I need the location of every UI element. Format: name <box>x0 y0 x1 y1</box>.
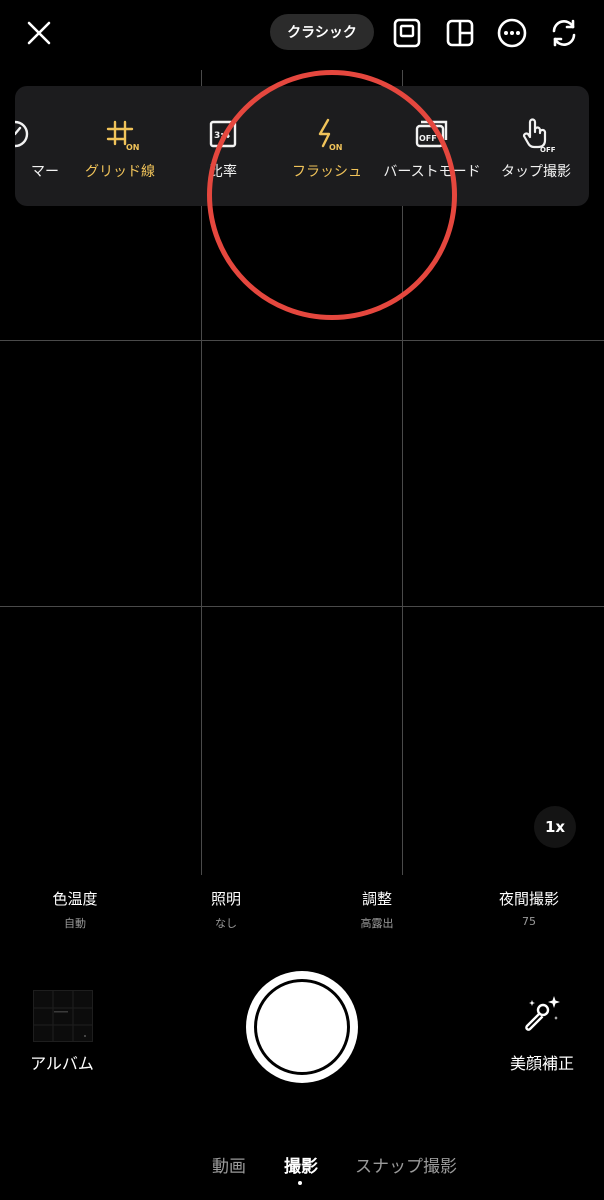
album-preview-image <box>34 991 92 1041</box>
selected-tab-indicator <box>298 1181 302 1185</box>
control-value: なし <box>215 917 237 930</box>
setting-tap-shoot-label: タップ撮影 <box>501 164 571 180</box>
camera-mode-button[interactable]: クラシック <box>270 14 374 50</box>
close-icon <box>27 21 51 45</box>
control-night-shot[interactable]: 夜間撮影 75 <box>469 888 589 928</box>
more-icon <box>497 18 527 48</box>
frame-ratio-icon <box>393 18 421 48</box>
setting-grid[interactable]: ON グリッド線 <box>70 86 170 206</box>
control-value: 高露出 <box>360 917 394 930</box>
album-label[interactable]: アルバム <box>20 1050 104 1074</box>
tap-shoot-icon: OFF <box>522 118 556 154</box>
beauty-wand-icon[interactable] <box>520 992 564 1036</box>
control-lighting[interactable]: 照明 なし <box>166 888 286 931</box>
setting-timer[interactable]: マー <box>15 86 65 206</box>
switch-camera-icon <box>552 19 576 47</box>
grid-line-horizontal-2 <box>0 606 604 607</box>
switch-camera-button[interactable] <box>545 14 583 52</box>
grid-icon: ON <box>106 120 140 152</box>
grid-state-text: ON <box>126 143 140 152</box>
beauty-label[interactable]: 美顔補正 <box>500 1050 584 1074</box>
tab-snap[interactable]: スナップ撮影 <box>355 1152 457 1177</box>
control-title: 色温度 <box>52 890 98 908</box>
highlight-circle <box>207 70 457 320</box>
control-value: 75 <box>522 915 536 928</box>
album-thumbnail[interactable] <box>33 990 93 1042</box>
close-button[interactable] <box>20 14 58 52</box>
frame-ratio-button[interactable] <box>388 14 426 52</box>
zoom-button[interactable]: 1x <box>534 806 576 848</box>
layout-icon <box>446 19 474 47</box>
tap-shoot-state-text: OFF <box>540 146 556 154</box>
grid-line-horizontal-1 <box>0 340 604 341</box>
control-value: 自動 <box>64 917 86 930</box>
tab-photo[interactable]: 撮影 <box>284 1152 318 1177</box>
control-title: 夜間撮影 <box>498 890 559 908</box>
tab-video[interactable]: 動画 <box>212 1152 246 1177</box>
layout-button[interactable] <box>441 14 479 52</box>
more-button[interactable] <box>493 14 531 52</box>
control-title: 調整 <box>361 890 392 908</box>
setting-tap-shoot[interactable]: OFF タップ撮影 <box>486 86 586 206</box>
control-adjust[interactable]: 調整 高露出 <box>317 888 437 931</box>
control-title: 照明 <box>210 890 241 908</box>
timer-icon <box>15 120 29 148</box>
shutter-inner-ring[interactable] <box>254 979 350 1075</box>
control-color-temperature[interactable]: 色温度 自動 <box>15 888 135 931</box>
